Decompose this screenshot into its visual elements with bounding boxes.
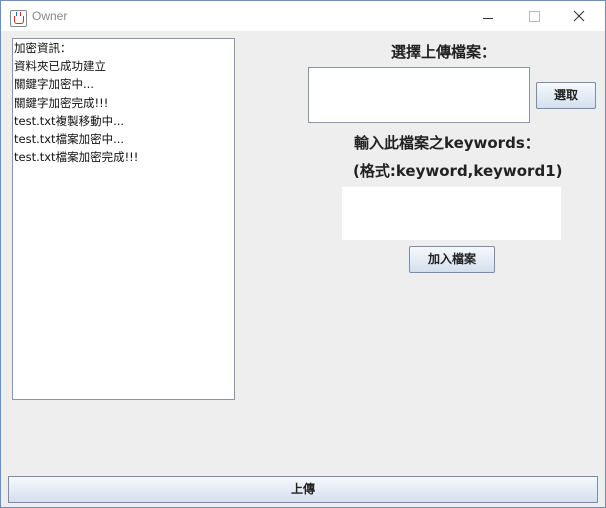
keywords-input[interactable] [342,187,561,240]
close-icon [573,10,585,22]
maximize-button[interactable] [511,1,557,31]
upload-button[interactable]: 上傳 [8,476,598,503]
selected-file-textarea[interactable] [308,67,530,123]
keywords-label: 輸入此檔案之keywords： [354,134,540,152]
minimize-icon [483,18,493,19]
select-file-label: 選擇上傳檔案： [391,43,497,61]
log-line: 關鍵字加密完成!!! [14,95,109,110]
keywords-format-label: (格式:keyword,keyword1) [353,162,563,180]
java-cup-icon [10,10,27,27]
log-line: 資料夾已成功建立 [14,59,106,74]
log-line: 加密資訊： [14,41,72,55]
choose-file-button[interactable]: 選取 [536,82,596,109]
minimize-button[interactable] [465,1,511,31]
log-line: test.txt檔案加密完成!!! [14,150,139,165]
log-line: test.txt複製移動中... [14,113,125,128]
title-bar[interactable]: Owner [1,1,605,31]
owner-window: Owner 加密資訊： 資料夾已成功建立 關鍵字加密中... 關鍵字加密完成!!… [0,0,606,508]
close-button[interactable] [557,1,603,31]
add-file-button[interactable]: 加入檔案 [409,246,495,273]
maximize-icon [529,11,540,22]
window-title: Owner [32,9,68,23]
log-line: test.txt檔案加密中... [14,132,125,147]
encryption-log-textarea[interactable]: 加密資訊： 資料夾已成功建立 關鍵字加密中... 關鍵字加密完成!!! test… [12,38,235,400]
log-line: 關鍵字加密中... [14,77,94,92]
